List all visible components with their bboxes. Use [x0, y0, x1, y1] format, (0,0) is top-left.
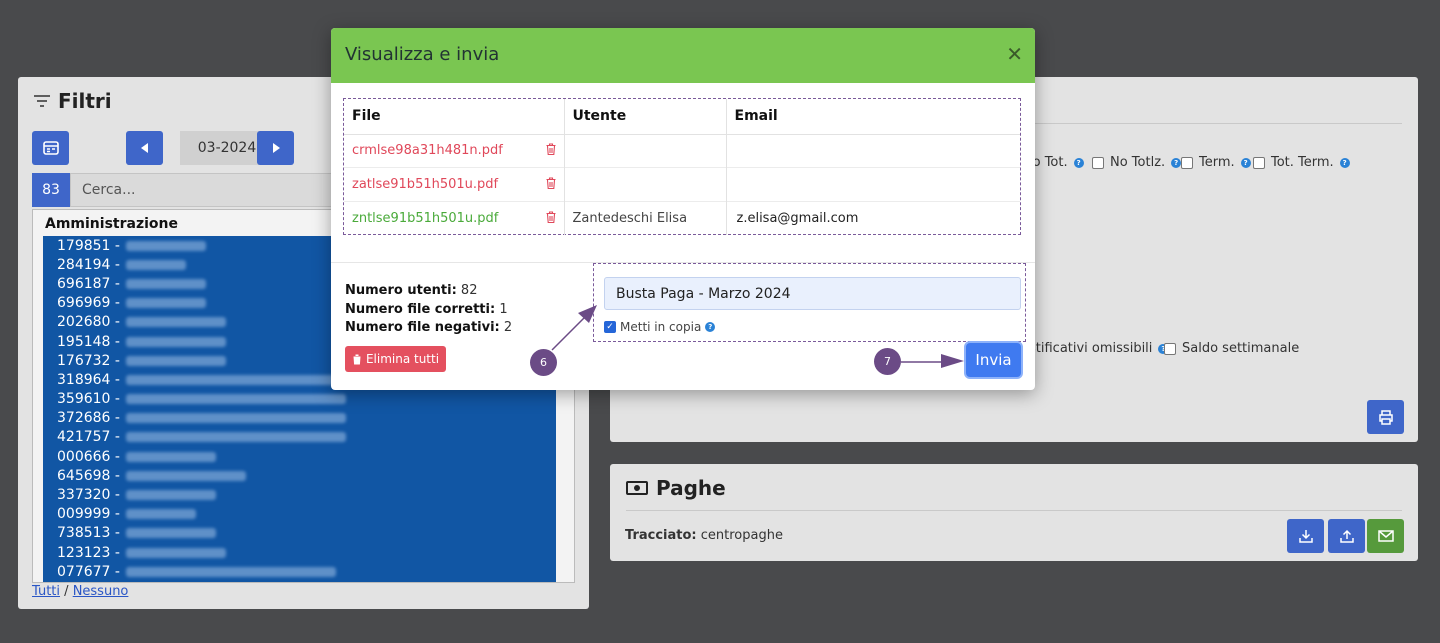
annotation-marker-7: 7 — [874, 348, 901, 375]
annotation-marker-6: 6 — [530, 349, 557, 376]
annotation-arrows — [551, 305, 964, 368]
